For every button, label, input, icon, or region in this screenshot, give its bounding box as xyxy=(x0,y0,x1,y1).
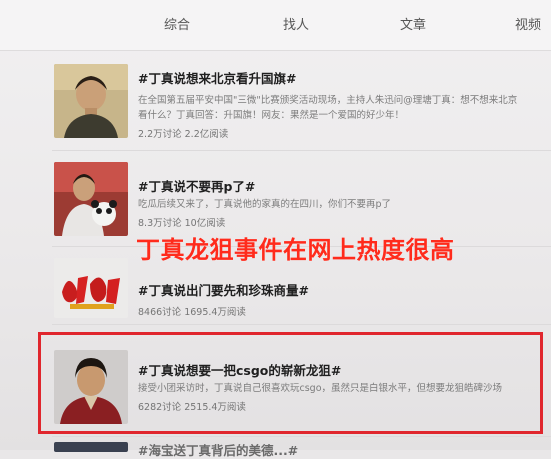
result-title[interactable]: #丁真说出门要先和珍珠商量# xyxy=(138,280,309,299)
overlay-caption: 丁真龙狙事件在网上热度很高 xyxy=(136,236,455,264)
red-calligraphy-logo-thumbnail[interactable] xyxy=(54,258,128,318)
result-snippet-line: 看什么？丁真回答：升国旗！网友：果然是一个爱国的好少年！ xyxy=(138,110,405,121)
result-stats: 8466讨论 1695.4万阅读 xyxy=(138,307,246,318)
result-stats: 2.2万讨论 2.2亿阅读 xyxy=(138,129,229,140)
highlight-box xyxy=(38,332,543,434)
boy-with-panda-thumbnail[interactable] xyxy=(54,162,128,236)
tab-videos[interactable]: 视频 xyxy=(515,14,541,33)
divider xyxy=(52,324,551,325)
tab-general[interactable]: 综合 xyxy=(164,14,190,33)
result-snippet-line: 在全国第五届平安中国"三微"比赛颁奖活动现场，主持人朱迅问@理塘丁真：想不想来北… xyxy=(138,95,518,106)
result-snippet-line: 吃瓜后续又来了，丁真说他的家真的在四川，你们不要再p了 xyxy=(138,199,392,210)
boy-portrait-thumbnail[interactable] xyxy=(54,64,128,138)
result-title[interactable]: #丁真说想来北京看升国旗# xyxy=(138,68,296,87)
tab-people[interactable]: 找人 xyxy=(283,14,309,33)
divider xyxy=(52,436,551,437)
result-title[interactable]: #丁真说不要再p了# xyxy=(138,176,255,195)
divider xyxy=(52,150,551,151)
search-results-screen: 综合 找人 文章 视频 #丁真说想来北京看升国旗# 在全国第五届平安中国"三微"… xyxy=(0,0,551,458)
tab-articles[interactable]: 文章 xyxy=(400,14,426,33)
partial-thumbnail[interactable] xyxy=(54,442,128,452)
result-stats: 8.3万讨论 10亿阅读 xyxy=(138,218,226,229)
search-tabs: 综合 找人 文章 视频 xyxy=(0,0,551,51)
